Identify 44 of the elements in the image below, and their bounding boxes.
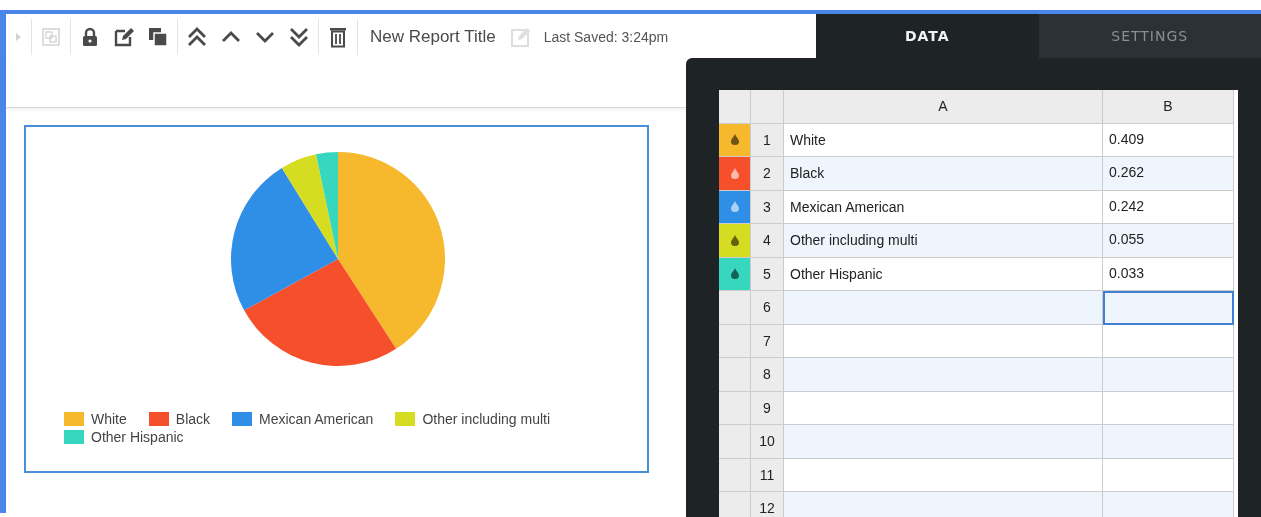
table-cell: Black bbox=[784, 157, 1103, 191]
copy-icon[interactable] bbox=[147, 26, 169, 48]
double-up-chevron-icon[interactable] bbox=[186, 26, 208, 48]
drop-icon bbox=[730, 268, 739, 280]
legend-label: Black bbox=[175, 411, 211, 427]
legend-label: Mexican American bbox=[259, 411, 374, 427]
row-number: 10 bbox=[751, 425, 784, 459]
color-swatch[interactable] bbox=[719, 123, 751, 157]
row-number: 3 bbox=[751, 190, 784, 224]
table-cell: 0.262 bbox=[1103, 157, 1234, 191]
panel-tab[interactable]: DATA bbox=[816, 14, 1039, 58]
color-swatch[interactable] bbox=[719, 257, 751, 291]
row-number: 5 bbox=[751, 257, 784, 291]
legend-label: Other Hispanic bbox=[91, 429, 184, 445]
trash-icon[interactable] bbox=[327, 26, 349, 48]
last-saved-text: Last Saved: 3:24pm bbox=[543, 29, 669, 45]
row-number: 1 bbox=[751, 123, 784, 157]
row-number: 7 bbox=[751, 324, 784, 358]
row-number: 12 bbox=[751, 492, 784, 517]
drop-icon bbox=[730, 201, 739, 213]
row-number: 4 bbox=[751, 224, 784, 258]
legend-label: White bbox=[91, 411, 127, 427]
drop-icon bbox=[730, 234, 739, 246]
color-swatch[interactable] bbox=[719, 190, 751, 224]
table-cell: Other including multi bbox=[784, 224, 1103, 258]
color-swatch[interactable] bbox=[719, 157, 751, 191]
row-number: 6 bbox=[751, 291, 784, 325]
report-title: New Report Title bbox=[370, 27, 496, 47]
row-number: 11 bbox=[751, 458, 784, 492]
edit-icon[interactable] bbox=[113, 26, 135, 48]
drop-icon bbox=[730, 167, 739, 179]
corner-header-cell bbox=[751, 90, 784, 124]
row-number: 2 bbox=[751, 157, 784, 191]
column-header[interactable]: A bbox=[784, 90, 1103, 124]
row-number: 8 bbox=[751, 358, 784, 392]
corner-header-cell bbox=[719, 90, 751, 124]
panel-tab[interactable]: SETTINGS bbox=[1038, 14, 1261, 58]
legend-label: Other including multi bbox=[422, 411, 551, 427]
color-swatch[interactable] bbox=[719, 224, 751, 258]
drop-icon bbox=[730, 134, 739, 146]
table-cell: 0.055 bbox=[1103, 224, 1234, 258]
row-number: 9 bbox=[751, 391, 784, 425]
column-header[interactable]: B bbox=[1103, 90, 1234, 124]
double-down-chevron-icon[interactable] bbox=[288, 26, 310, 48]
